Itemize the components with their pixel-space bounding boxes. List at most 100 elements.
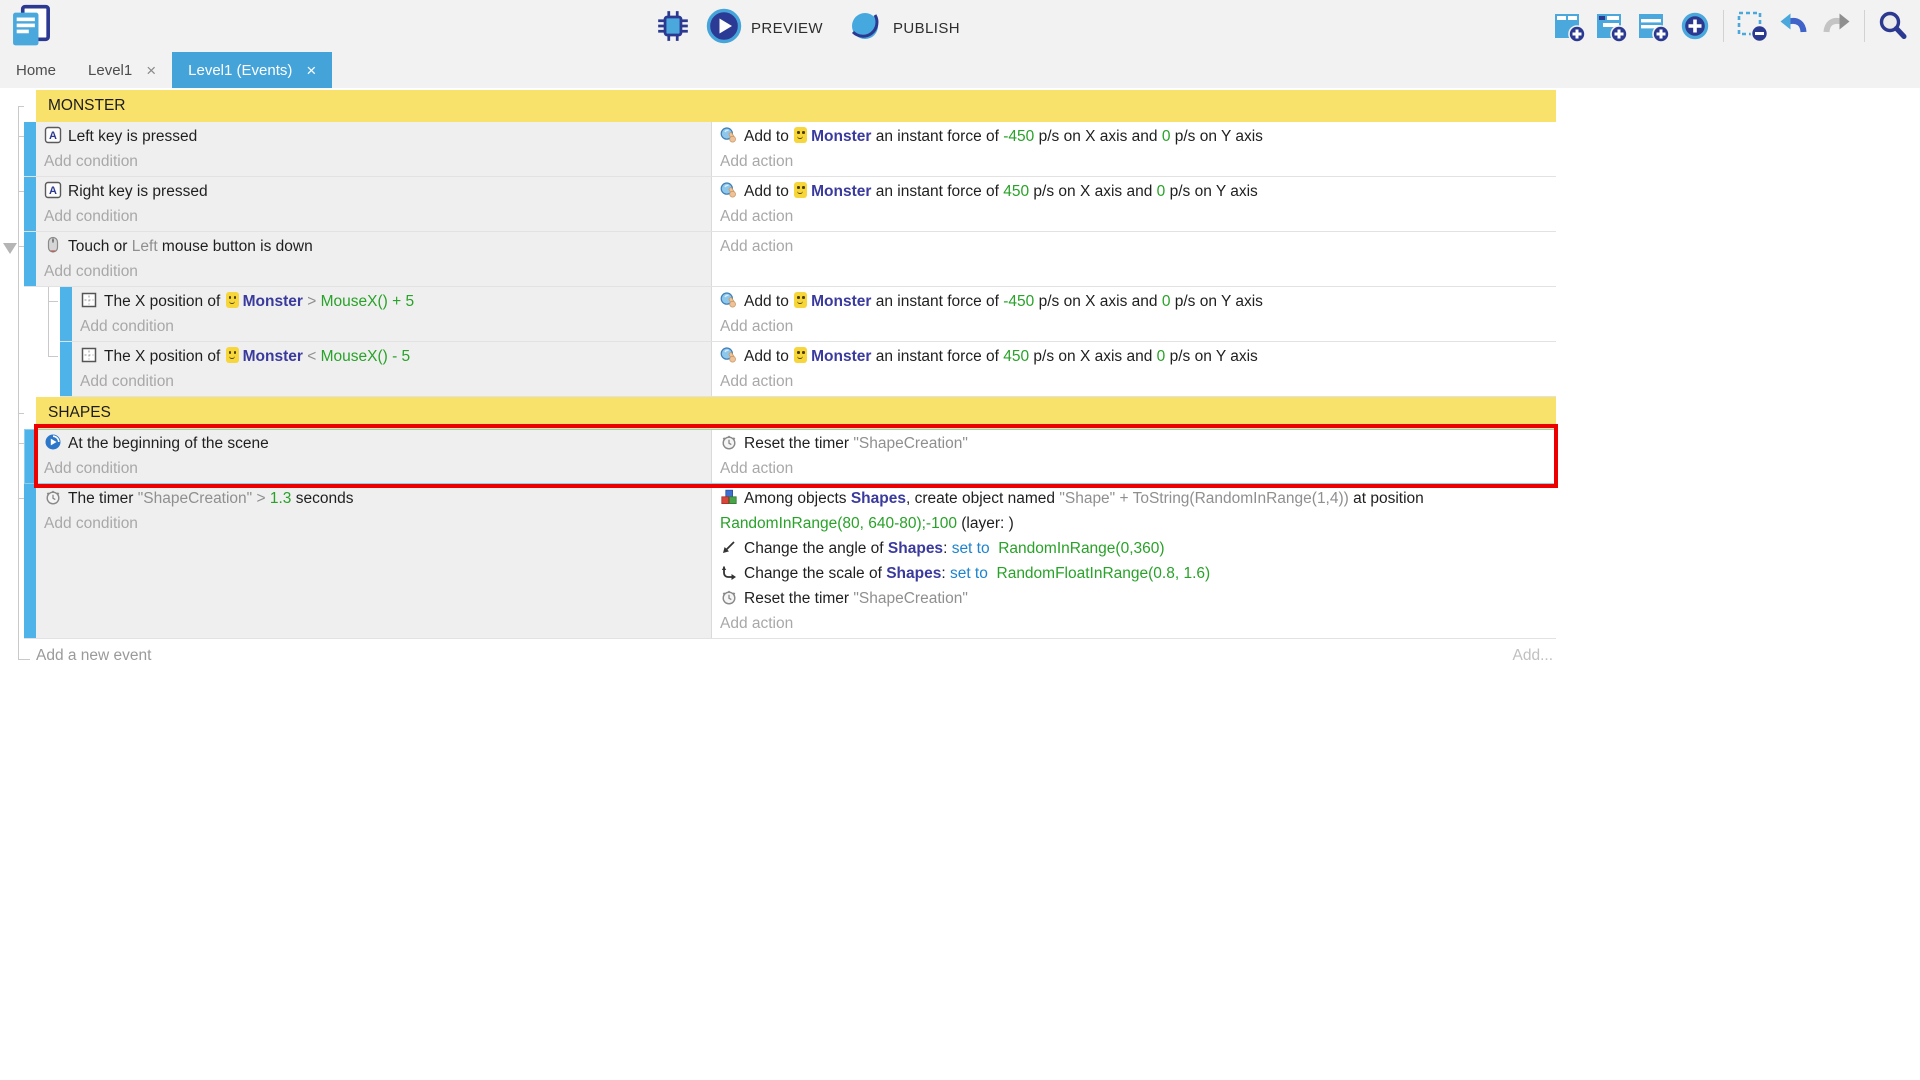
event-row-touch-mouse[interactable]: Touch or Left mouse button is down Add c… [24, 232, 1556, 287]
actions-cell[interactable]: Add action [712, 232, 1556, 286]
add-action-placeholder[interactable]: Add action [720, 456, 1548, 481]
delete-selection-icon [1735, 9, 1769, 43]
debugger-button[interactable] [655, 8, 691, 49]
close-tab-icon[interactable]: × [306, 62, 316, 79]
event-selection-bar[interactable] [60, 342, 72, 396]
condition-line[interactable]: The X position of Monster > MouseX() + 5 [80, 289, 703, 314]
monster-object-icon [226, 347, 239, 363]
actions-cell[interactable]: Add to Monster an instant force of 450 p… [712, 342, 1556, 396]
add-comment-icon [1636, 9, 1670, 43]
actions-cell[interactable]: Add to Monster an instant force of -450 … [712, 287, 1556, 341]
add-action-placeholder[interactable]: Add action [720, 611, 1548, 636]
add-action-placeholder[interactable]: Add action [720, 204, 1548, 229]
add-more-button[interactable]: Add... [1513, 647, 1554, 665]
preview-button[interactable] [705, 7, 743, 50]
angle-icon [720, 538, 738, 556]
event-row-scene-start[interactable]: At the beginning of the scene Add condit… [24, 429, 1556, 484]
undo-button[interactable] [1777, 9, 1811, 43]
tab-level1-scene[interactable]: Level1 × [72, 52, 172, 88]
publish-button[interactable] [845, 7, 885, 50]
action-line-change-scale[interactable]: Change the scale of Shapes: set to Rando… [720, 561, 1548, 586]
conditions-cell[interactable]: Touch or Left mouse button is down Add c… [36, 232, 712, 286]
add-condition-placeholder[interactable]: Add condition [44, 204, 703, 229]
conditions-cell[interactable]: At the beginning of the scene Add condit… [36, 429, 712, 483]
event-selection-bar[interactable] [60, 287, 72, 341]
event-selection-bar[interactable] [24, 122, 36, 176]
action-line-create-object[interactable]: Among objects Shapes, create object name… [720, 486, 1548, 536]
tree-guide-stub [18, 413, 24, 414]
condition-line[interactable]: Right key is pressed [44, 179, 703, 204]
search-icon [1876, 9, 1910, 43]
tab-home[interactable]: Home [0, 52, 72, 88]
group-title: SHAPES [48, 404, 111, 422]
add-action-placeholder[interactable]: Add action [720, 369, 1548, 394]
action-line[interactable]: Add to Monster an instant force of -450 … [720, 289, 1548, 314]
event-row-timer[interactable]: The timer "ShapeCreation" > 1.3 seconds … [24, 484, 1556, 639]
conditions-cell[interactable]: Right key is pressed Add condition [36, 177, 712, 231]
preview-label[interactable]: PREVIEW [751, 20, 823, 37]
collapse-arrow-icon[interactable] [3, 243, 17, 254]
conditions-cell[interactable]: The X position of Monster > MouseX() + 5… [72, 287, 712, 341]
group-header-monster[interactable]: MONSTER [36, 90, 1556, 122]
add-condition-placeholder[interactable]: Add condition [80, 314, 703, 339]
condition-line[interactable]: Left key is pressed [44, 124, 703, 149]
add-comment-button[interactable] [1636, 9, 1670, 43]
add-action-placeholder[interactable]: Add action [720, 149, 1548, 174]
delete-selection-button[interactable] [1735, 9, 1769, 43]
group-title: MONSTER [48, 97, 126, 115]
add-condition-placeholder[interactable]: Add condition [44, 149, 703, 174]
action-line[interactable]: Add to Monster an instant force of 450 p… [720, 179, 1548, 204]
add-condition-placeholder[interactable]: Add condition [80, 369, 703, 394]
event-selection-bar[interactable] [24, 429, 36, 483]
toolbar-separator [1864, 10, 1865, 42]
add-condition-placeholder[interactable]: Add condition [44, 456, 703, 481]
project-manager-button[interactable] [8, 3, 52, 54]
add-new-event-button[interactable]: Add a new event [36, 647, 151, 665]
add-condition-placeholder[interactable]: Add condition [44, 259, 703, 284]
condition-line[interactable]: The X position of Monster < MouseX() - 5 [80, 344, 703, 369]
conditions-cell[interactable]: The X position of Monster < MouseX() - 5… [72, 342, 712, 396]
add-condition-placeholder[interactable]: Add condition [44, 511, 703, 536]
actions-cell[interactable]: Add to Monster an instant force of 450 p… [712, 177, 1556, 231]
action-line[interactable]: Add to Monster an instant force of -450 … [720, 124, 1548, 149]
subevent-row-xposition-less[interactable]: The X position of Monster < MouseX() - 5… [60, 342, 1556, 397]
event-selection-bar[interactable] [24, 484, 36, 638]
action-line[interactable]: Reset the timer "ShapeCreation" [720, 431, 1548, 456]
condition-line[interactable]: At the beginning of the scene [44, 431, 703, 456]
actions-cell[interactable]: Reset the timer "ShapeCreation" Add acti… [712, 429, 1556, 483]
event-selection-bar[interactable] [24, 177, 36, 231]
add-action-placeholder[interactable]: Add action [720, 234, 1548, 259]
mouse-icon [44, 236, 62, 254]
scene-start-icon [44, 433, 62, 451]
action-text: Add to Monster an instant force of 450 p… [744, 348, 1258, 365]
conditions-cell[interactable]: The timer "ShapeCreation" > 1.3 seconds … [36, 484, 712, 638]
publish-label[interactable]: PUBLISH [893, 20, 960, 37]
redo-button[interactable] [1819, 9, 1853, 43]
add-other-event-button[interactable] [1678, 9, 1712, 43]
action-line[interactable]: Add to Monster an instant force of 450 p… [720, 344, 1548, 369]
action-line-change-angle[interactable]: Change the angle of Shapes: set to Rando… [720, 536, 1548, 561]
globe-icon [845, 7, 885, 50]
add-event-button[interactable] [1552, 9, 1586, 43]
force-icon [720, 181, 738, 199]
tab-level1-events[interactable]: Level1 (Events) × [172, 52, 332, 88]
conditions-cell[interactable]: Left key is pressed Add condition [36, 122, 712, 176]
event-row-right-key[interactable]: Right key is pressed Add condition Add t… [24, 177, 1556, 232]
events-sheet: MONSTER Left key is pressed Add conditio… [0, 90, 1556, 665]
actions-cell[interactable]: Among objects Shapes, create object name… [712, 484, 1556, 638]
add-action-placeholder[interactable]: Add action [720, 314, 1548, 339]
add-subevent-button[interactable] [1594, 9, 1628, 43]
group-header-shapes[interactable]: SHAPES [36, 397, 1556, 429]
undo-icon [1777, 9, 1811, 43]
actions-cell[interactable]: Add to Monster an instant force of -450 … [712, 122, 1556, 176]
search-events-button[interactable] [1876, 9, 1910, 43]
add-circle-icon [1678, 9, 1712, 43]
event-selection-bar[interactable] [24, 232, 36, 286]
condition-line[interactable]: Touch or Left mouse button is down [44, 234, 703, 259]
action-line-reset-timer[interactable]: Reset the timer "ShapeCreation" [720, 586, 1548, 611]
condition-line[interactable]: The timer "ShapeCreation" > 1.3 seconds [44, 486, 703, 511]
subevent-row-xposition-greater[interactable]: The X position of Monster > MouseX() + 5… [60, 287, 1556, 342]
event-row-left-key[interactable]: Left key is pressed Add condition Add to… [24, 122, 1556, 177]
close-tab-icon[interactable]: × [146, 62, 156, 79]
add-subevent-icon [1594, 9, 1628, 43]
